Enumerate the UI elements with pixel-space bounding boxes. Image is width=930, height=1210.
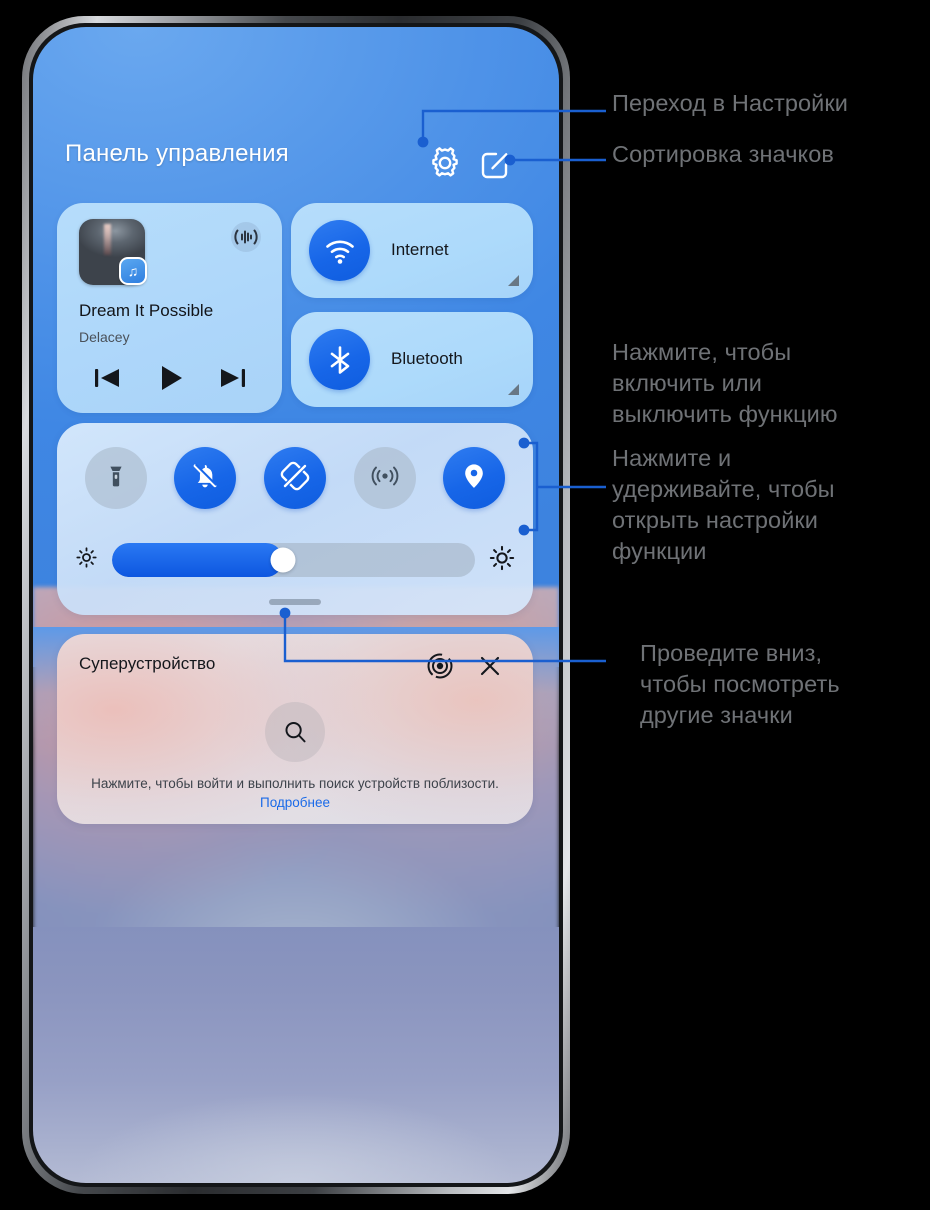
expand-corner-icon[interactable] [508, 275, 519, 286]
location-pin-icon [459, 461, 489, 496]
annotation-toggle: Нажмите, чтобы включить или выключить фу… [612, 339, 838, 427]
tile-internet[interactable]: Internet [291, 203, 533, 298]
toggle-auto-rotate[interactable] [263, 447, 326, 509]
annotation-swipe: Проведите вниз, чтобы посмотреть другие … [640, 640, 840, 728]
media-controls [57, 359, 282, 401]
audio-cast-icon[interactable] [228, 219, 264, 255]
toggle-hotspot[interactable] [353, 447, 416, 509]
track-title: Dream It Possible [79, 301, 214, 320]
quick-toggles-panel [57, 423, 533, 615]
super-device-hint: Нажмите, чтобы войти и выполнить поиск у… [77, 774, 513, 812]
learn-more-link[interactable]: Подробнее [260, 795, 330, 810]
play-button[interactable] [153, 361, 187, 400]
media-player-card[interactable]: ♫ Dream It Possible Delacey [57, 203, 282, 413]
toggle-row [57, 445, 533, 511]
super-device-title: Суперустройство [79, 654, 216, 673]
radar-target-icon[interactable] [425, 651, 455, 681]
bell-slash-icon [190, 461, 220, 496]
expand-corner-icon[interactable] [508, 384, 519, 395]
toggle-location[interactable] [443, 447, 506, 509]
tile-label-bluetooth: Bluetooth [391, 349, 463, 368]
phone-screen: Панель управления ♫ Dream It Possible De… [33, 27, 559, 1183]
screen-rotate-icon [279, 460, 311, 497]
brightness-slider[interactable] [112, 543, 475, 577]
brightness-slider-knob[interactable] [270, 547, 296, 573]
page-title: Панель управления [65, 140, 289, 167]
wifi-icon [309, 220, 370, 281]
brightness-slider-fill [112, 543, 283, 577]
toggle-flashlight[interactable] [84, 447, 147, 509]
search-icon[interactable] [265, 702, 325, 762]
brightness-high-icon [489, 545, 515, 576]
close-icon[interactable] [475, 651, 505, 681]
super-device-card: Суперустройство Нажмите, чтобы войти и в… [57, 634, 533, 824]
hotspot-icon [370, 461, 400, 496]
bluetooth-icon [309, 329, 370, 390]
track-artist: Delacey [79, 329, 130, 345]
tile-label-internet: Internet [391, 240, 449, 259]
previous-track-button[interactable] [90, 361, 124, 400]
flashlight-icon [102, 462, 130, 495]
brightness-control [57, 539, 533, 581]
brightness-low-icon [75, 546, 98, 574]
tile-bluetooth[interactable]: Bluetooth [291, 312, 533, 407]
music-note-icon: ♫ [119, 257, 147, 285]
toggle-silent-mode[interactable] [174, 447, 237, 509]
wallpaper-bottom [33, 927, 559, 1183]
edit-square-icon[interactable] [476, 146, 514, 184]
super-device-hint-text: Нажмите, чтобы войти и выполнить поиск у… [91, 776, 499, 791]
next-track-button[interactable] [216, 361, 250, 400]
drag-handle[interactable] [269, 599, 321, 605]
annotation-longpress: Нажмите и удерживайте, чтобы открыть нас… [612, 445, 835, 564]
annotation-settings: Переход в Настройки [612, 90, 849, 116]
annotation-sort: Сортировка значков [612, 141, 834, 167]
gear-icon[interactable] [423, 141, 467, 185]
screenshot-stage: Панель управления ♫ Dream It Possible De… [0, 0, 930, 1210]
